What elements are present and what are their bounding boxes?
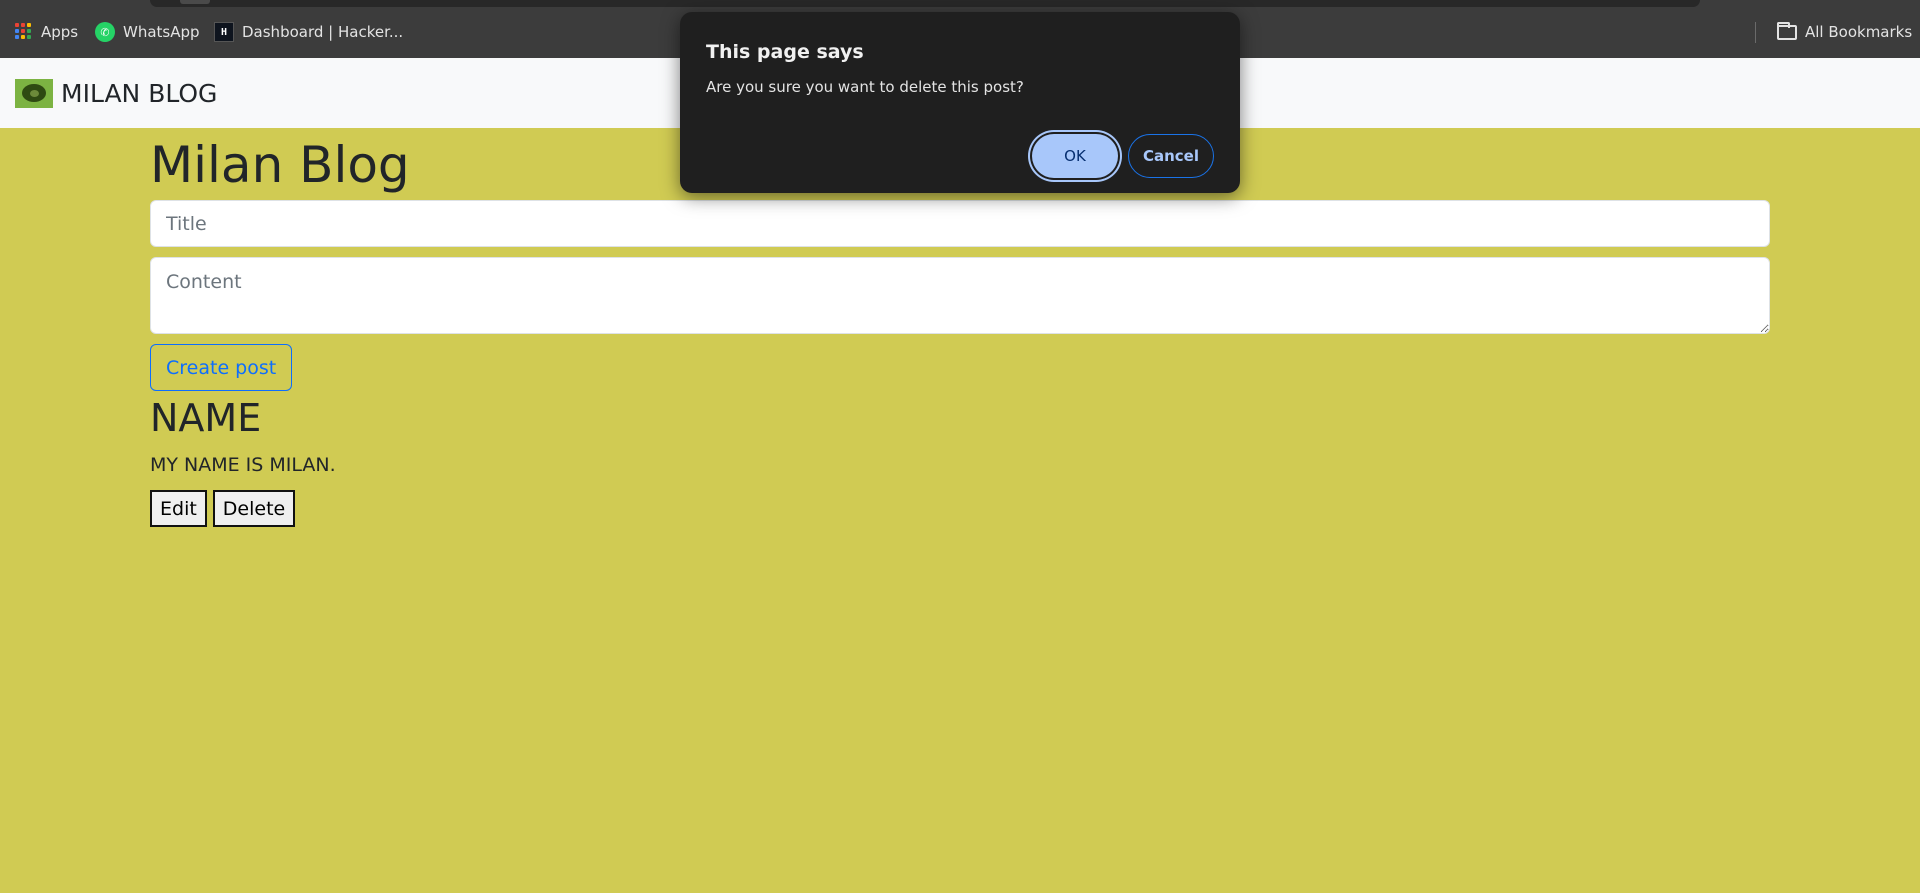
content-textarea[interactable] [150, 257, 1770, 334]
post-content: MY NAME IS MILAN. [150, 454, 336, 476]
brand-name[interactable]: MILAN BLOG [61, 79, 217, 108]
create-post-button[interactable]: Create post [150, 344, 293, 391]
bookmark-apps-label: Apps [41, 23, 79, 41]
whatsapp-icon: ✆ [95, 22, 115, 42]
confirm-dialog: This page says Are you sure you want to … [680, 12, 1240, 193]
ok-button[interactable]: OK [1032, 134, 1118, 178]
bookmark-hackerrank-label: Dashboard | Hacker... [242, 23, 404, 41]
folder-icon [1777, 21, 1797, 40]
apps-grid-icon [15, 23, 33, 41]
brand-logo-icon[interactable] [15, 78, 53, 108]
post-title: NAME [150, 396, 262, 440]
all-bookmarks-label: All Bookmarks [1805, 23, 1913, 41]
bookmark-whatsapp-label: WhatsApp [123, 23, 200, 41]
dialog-message: Are you sure you want to delete this pos… [706, 78, 1024, 96]
hackerrank-icon: H [214, 22, 234, 42]
cancel-button[interactable]: Cancel [1128, 134, 1214, 178]
bookmark-apps[interactable]: Apps [15, 22, 78, 42]
post-item: NAME MY NAME IS MILAN. Edit Delete [150, 394, 1770, 527]
bookmark-whatsapp[interactable]: ✆ WhatsApp [95, 22, 200, 42]
all-bookmarks-button[interactable]: All Bookmarks [1777, 21, 1913, 42]
title-input[interactable] [150, 200, 1770, 247]
omnibox-edge [150, 0, 1700, 7]
dialog-title: This page says [706, 41, 864, 63]
bookmark-hackerrank[interactable]: H Dashboard | Hacker... [214, 22, 403, 42]
delete-button[interactable]: Delete [212, 490, 296, 527]
edit-button[interactable]: Edit [150, 490, 207, 527]
post-actions: Edit Delete [150, 490, 1770, 527]
bookmarks-divider [1755, 22, 1756, 43]
dialog-actions: OK Cancel [1032, 134, 1214, 178]
